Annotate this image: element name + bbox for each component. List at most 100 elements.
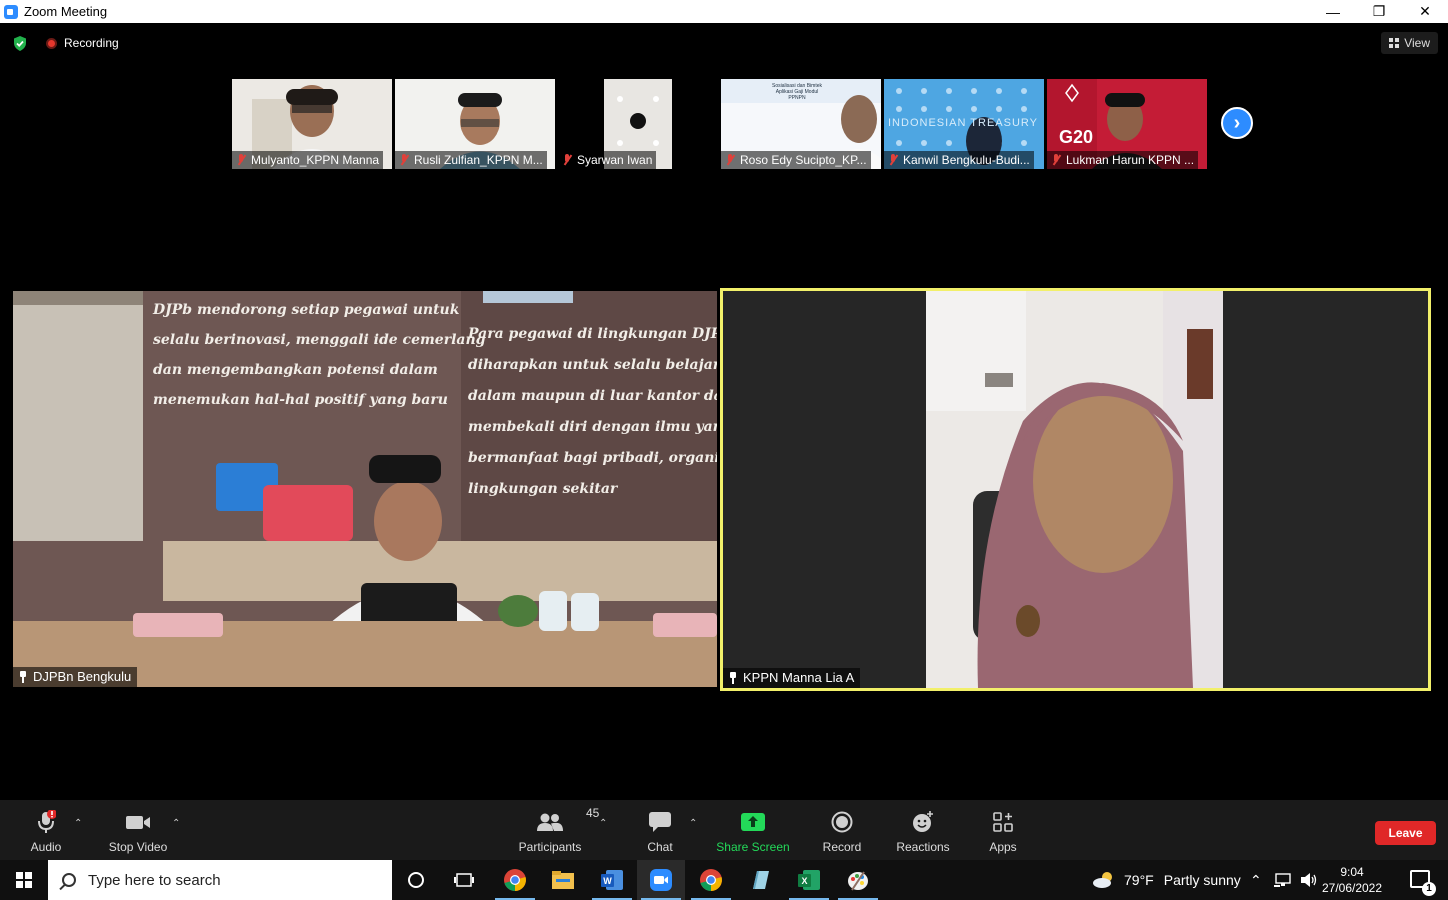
participant-name: Kanwil Bengkulu-Budi... [903,153,1030,167]
taskbar-app-excel[interactable]: X [785,860,833,900]
participant-name: Lukman Harun KPPN ... [1066,153,1195,167]
chat-bubble-icon [649,812,671,832]
restore-button[interactable]: ❐ [1356,0,1402,23]
weather-widget[interactable]: 79°F Partly sunny [1092,860,1241,900]
main-video-right[interactable]: KPPN Manna Lia A [720,288,1431,691]
task-view-button[interactable] [440,860,488,900]
participants-count: 45 [586,806,600,820]
notification-count-badge: 1 [1422,882,1436,896]
wall-text-line: menemukan hal-hal positif yang baru [153,392,448,408]
participants-button[interactable]: 45 Participants [516,800,600,860]
paint-icon [848,871,868,891]
wall-text-line: selalu berinovasi, menggali ide cemerlan… [153,332,486,348]
close-button[interactable]: ✕ [1402,0,1448,23]
participant-name: Mulyanto_KPPN Manna [251,153,380,167]
audio-options-caret-icon[interactable]: ⌃ [74,818,82,829]
video-camera-icon [126,816,150,829]
weather-description: Partly sunny [1163,872,1241,888]
record-button[interactable]: Record [818,800,866,860]
network-icon[interactable] [1273,872,1292,888]
taskbar-app-file-explorer[interactable] [539,860,587,900]
chat-options-caret-icon[interactable]: ⌃ [689,818,697,829]
start-button[interactable] [0,860,48,900]
pin-icon [19,671,27,683]
video-name-label: KPPN Manna Lia A [723,668,861,688]
participants-options-caret-icon[interactable]: ⌃ [599,818,607,829]
notepad-icon [753,871,769,889]
treasury-text: INDONESIAN TREASURY [888,117,1039,129]
participants-label: Participants [518,840,582,854]
taskbar-app-word[interactable]: W [588,860,636,900]
wall-text-line: DJPb mendorong setiap pegawai untuk [153,302,460,318]
muted-mic-icon [236,154,246,166]
apps-label: Apps [989,840,1017,854]
taskbar-app-paint[interactable] [834,860,882,900]
windows-taskbar: W X 79°F Partly sunny ⌃ 9:04 27/06/2022 … [0,860,1448,900]
chat-label: Chat [647,840,673,854]
svg-text:X: X [801,876,807,886]
muted-mic-icon [1051,154,1061,166]
main-video-left[interactable]: DJPb mendorong setiap pegawai untuk sela… [13,291,717,687]
search-input[interactable] [88,871,378,889]
participant-thumbnail[interactable]: G20 Lukman Harun KPPN ... [1047,79,1207,169]
next-page-button[interactable]: › [1221,107,1253,139]
stop-video-button[interactable]: Stop Video [104,800,172,860]
volume-icon[interactable] [1300,872,1318,888]
chevron-right-icon: › [1233,111,1241,134]
participant-thumbnail[interactable]: Rusli Zulfian_KPPN M... [395,79,555,169]
slide-title: Sosialisasi dan Bimtek Aplikasi Gaji Mod… [771,83,823,101]
chrome-icon [504,869,526,891]
file-explorer-icon [552,871,574,889]
chat-button[interactable]: Chat [636,800,684,860]
partly-sunny-icon [1093,872,1112,888]
task-view-icon [454,873,474,887]
video-name-label: DJPBn Bengkulu [13,667,138,687]
muted-mic-icon [562,154,572,166]
chevron-up-icon[interactable]: ⌃ [1250,872,1262,889]
apps-button[interactable]: Apps [979,800,1027,860]
meeting-controls-toolbar: Audio ⌃ Stop Video ⌃ 45 Participants ⌃ C… [0,800,1448,860]
taskbar-app-zoom[interactable] [637,860,685,900]
participant-thumbnail[interactable]: Mulyanto_KPPN Manna [232,79,392,169]
participant-name: KPPN Manna Lia A [743,670,855,685]
cortana-icon [408,872,424,888]
shield-icon[interactable] [13,36,27,51]
taskbar-app-chrome[interactable] [491,860,539,900]
participants-icon [537,813,563,831]
video-options-caret-icon[interactable]: ⌃ [172,818,180,829]
clock-date: 27/06/2022 [1321,881,1383,895]
participant-thumbnail[interactable]: Syarwan Iwan [558,79,718,169]
meeting-area: Recording View Mulyanto_KPPN Manna Rusli… [0,23,1448,800]
audio-button[interactable]: Audio [22,800,70,860]
wall-text-line: diharapkan untuk selalu belajar [468,357,717,373]
taskbar-search-box[interactable] [48,860,392,900]
search-icon [62,873,76,887]
taskbar-app-notepad[interactable] [736,860,784,900]
minimize-button[interactable]: — [1310,0,1356,23]
taskbar-app-chrome-2[interactable] [687,860,735,900]
apps-icon [993,812,1013,832]
record-icon [831,811,853,833]
participant-thumbnail[interactable]: Sosialisasi dan Bimtek Aplikasi Gaji Mod… [721,79,881,169]
recording-icon [46,38,57,49]
view-button[interactable]: View [1381,32,1438,54]
reactions-label: Reactions [896,840,950,854]
participant-name: Roso Edy Sucipto_KP... [740,153,867,167]
zoom-app-icon [4,4,18,19]
cortana-button[interactable] [392,860,440,900]
share-screen-button[interactable]: Share Screen [713,800,793,860]
weather-temperature: 79°F [1124,872,1154,888]
participant-name: Rusli Zulfian_KPPN M... [414,153,543,167]
reactions-icon [913,811,933,832]
window-title: Zoom Meeting [24,4,108,19]
reactions-button[interactable]: Reactions [893,800,953,860]
windows-logo-icon [16,872,32,888]
audio-label: Audio [30,840,62,854]
taskbar-clock[interactable]: 9:04 27/06/2022 [1320,864,1384,896]
wall-text-line: dalam maupun di luar kantor da [468,388,717,404]
share-screen-label: Share Screen [716,840,790,854]
gallery-view-icon [1389,38,1400,48]
participant-thumbnail[interactable]: INDONESIAN TREASURY Kanwil Bengkulu-Budi… [884,79,1044,169]
wall-text-line: dan mengembangkan potensi dalam [153,362,438,378]
leave-button[interactable]: Leave [1375,821,1436,845]
